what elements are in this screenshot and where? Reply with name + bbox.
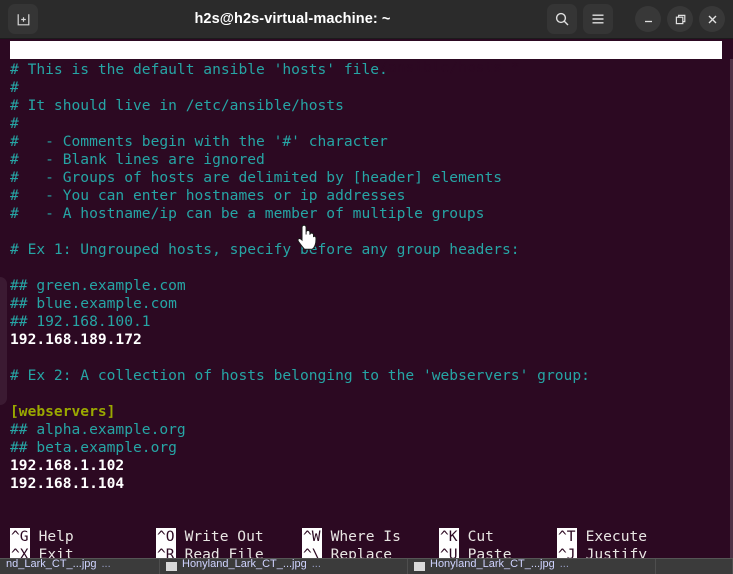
left-scrollbar-thumb[interactable] [0, 277, 7, 405]
editor-line[interactable]: # - Groups of hosts are delimited by [he… [10, 169, 722, 187]
editor-line[interactable]: # It should live in /etc/ansible/hosts [10, 97, 722, 115]
editor-line[interactable]: ## beta.example.org [10, 439, 722, 457]
shortcut-label: Write Out [184, 528, 264, 545]
taskbar-item-label: Honyland_Lark_CT_...jpg [182, 559, 307, 570]
terminal-window: h2s@h2s-virtual-machine: ~ GNU nano 6.2 … [0, 0, 733, 574]
window-titlebar: h2s@h2s-virtual-machine: ~ [0, 0, 733, 39]
shortcut-label: Cut [467, 528, 494, 545]
hamburger-menu-icon[interactable] [583, 4, 613, 34]
close-icon[interactable] [699, 6, 725, 32]
shortcut-label: Execute [585, 528, 648, 545]
taskbar-item-label: nd_Lark_CT_...jpg [6, 559, 97, 570]
shortcut-label: Where Is [330, 528, 401, 545]
editor-line[interactable] [10, 349, 722, 367]
shortcut-help[interactable]: ^G Help [10, 528, 156, 546]
editor-line[interactable]: # - A hostname/ip can be a member of mul… [10, 205, 722, 223]
window-title: h2s@h2s-virtual-machine: ~ [194, 11, 391, 27]
editor-line[interactable]: # Ex 1: Ungrouped hosts, specify before … [10, 241, 722, 259]
taskbar-item[interactable] [656, 559, 733, 574]
shortcut-cut[interactable]: ^K Cut [439, 528, 557, 546]
editor-line[interactable]: # [10, 115, 722, 133]
editor-line[interactable] [10, 385, 722, 403]
desktop-taskbar[interactable]: nd_Lark_CT_...jpg ... Honyland_Lark_CT_.… [0, 558, 733, 574]
editor-line[interactable]: ## blue.example.com [10, 295, 722, 313]
thumbnail-icon [414, 562, 425, 571]
editor-line[interactable]: # [10, 79, 722, 97]
shortcut-key: ^W [302, 528, 322, 546]
editor-line[interactable] [10, 259, 722, 277]
editor-line[interactable]: ## 192.168.100.1 [10, 313, 722, 331]
editor-line[interactable]: ## green.example.com [10, 277, 722, 295]
shortcut-row-1: ^G Help ^O Write Out ^W Where Is ^K Cut ^T Ex… [10, 528, 722, 546]
taskbar-item-dots: ... [559, 559, 569, 570]
new-tab-icon[interactable] [8, 4, 38, 34]
editor-line[interactable]: ## alpha.example.org [10, 421, 722, 439]
editor-line[interactable]: [webservers] [10, 403, 722, 421]
taskbar-item-dots: ... [101, 559, 111, 570]
thumbnail-icon [166, 562, 177, 571]
taskbar-item[interactable]: nd_Lark_CT_...jpg ... [0, 559, 160, 574]
minimize-icon[interactable] [635, 6, 661, 32]
editor-line[interactable]: 192.168.189.172 [10, 331, 722, 349]
taskbar-item-dots: ... [311, 559, 321, 570]
shortcut-where-is[interactable]: ^W Where Is [302, 528, 439, 546]
taskbar-item[interactable]: Honyland_Lark_CT_...jpg ... [408, 559, 656, 574]
taskbar-item[interactable]: Honyland_Lark_CT_...jpg ... [160, 559, 408, 574]
terminal-content[interactable]: GNU nano 6.2 /etc/ansible/hosts * # This… [0, 39, 733, 574]
shortcut-key: ^T [557, 528, 577, 546]
shortcut-key: ^G [10, 528, 30, 546]
shortcut-execute[interactable]: ^T Execute [557, 528, 707, 546]
maximize-icon[interactable] [667, 6, 693, 32]
editor-line[interactable]: # - You can enter hostnames or ip addres… [10, 187, 722, 205]
editor-line[interactable]: # - Blank lines are ignored [10, 151, 722, 169]
nano-text-area[interactable]: # This is the default ansible 'hosts' fi… [10, 61, 722, 493]
search-icon[interactable] [547, 4, 577, 34]
editor-line[interactable]: # - Comments begin with the '#' characte… [10, 133, 722, 151]
shortcut-label: Help [38, 528, 74, 545]
editor-line[interactable]: 192.168.1.102 [10, 457, 722, 475]
shortcut-key: ^K [439, 528, 459, 546]
editor-line[interactable]: 192.168.1.104 [10, 475, 722, 493]
nano-header-bar: GNU nano 6.2 /etc/ansible/hosts * [10, 41, 722, 76]
shortcut-write-out[interactable]: ^O Write Out [156, 528, 302, 546]
window-controls [547, 4, 725, 34]
editor-line[interactable]: # This is the default ansible 'hosts' fi… [10, 61, 722, 79]
taskbar-item-label: Honyland_Lark_CT_...jpg [430, 559, 555, 570]
editor-line[interactable] [10, 223, 722, 241]
shortcut-key: ^O [156, 528, 176, 546]
editor-line[interactable]: # Ex 2: A collection of hosts belonging … [10, 367, 722, 385]
